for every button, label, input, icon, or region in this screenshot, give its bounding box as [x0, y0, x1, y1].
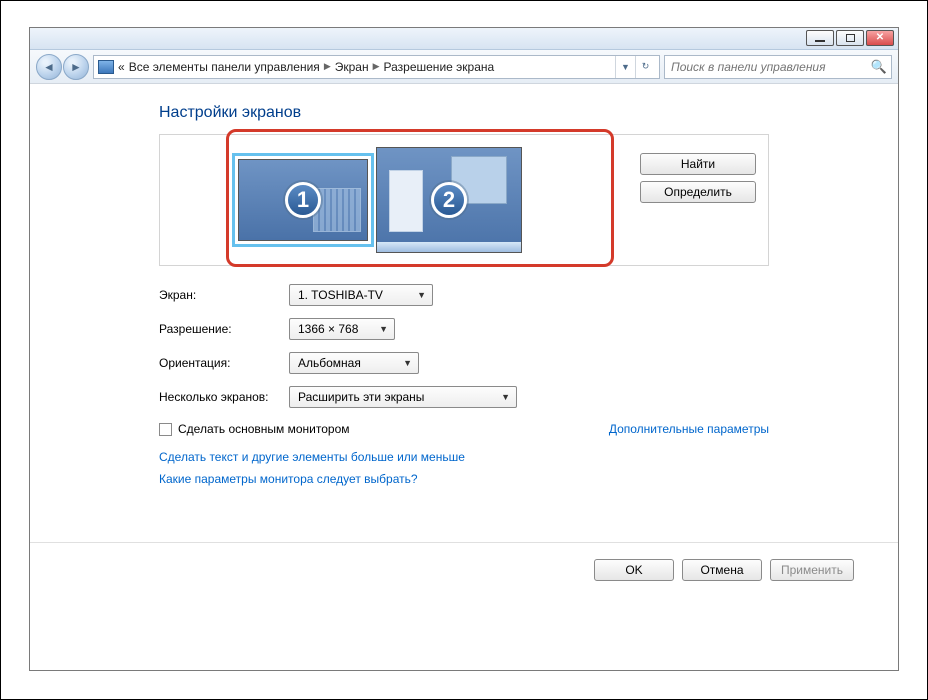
display-select[interactable]: 1. TOSHIBA-TV ▼	[289, 284, 433, 306]
advanced-settings-link[interactable]: Дополнительные параметры	[609, 422, 769, 436]
display-number-badge: 2	[431, 182, 467, 218]
display-thumbnail-1[interactable]: 1	[238, 159, 368, 241]
breadcrumb-item[interactable]: Все элементы панели управления	[129, 60, 320, 74]
ok-button[interactable]: OK	[594, 559, 674, 581]
text-size-link[interactable]: Сделать текст и другие элементы больше и…	[159, 450, 769, 464]
chevron-down-icon: ▼	[417, 290, 426, 300]
displays-panel: 1 2 Найти Определить	[159, 134, 769, 266]
search-input[interactable]	[669, 56, 867, 78]
displays-area[interactable]: 1 2	[160, 135, 600, 265]
chevron-right-icon: ▶	[324, 61, 331, 72]
multiple-displays-label: Несколько экранов:	[159, 390, 289, 404]
settings-form: Экран: 1. TOSHIBA-TV ▼ Разрешение: 1366 …	[159, 284, 769, 408]
chevron-down-icon: ▼	[403, 358, 412, 368]
window: ✕ ◄ ► « Все элементы панели управления ▶…	[29, 27, 899, 671]
display-label: Экран:	[159, 288, 289, 302]
page-title: Настройки экранов	[159, 104, 769, 122]
arrow-left-icon: ◄	[43, 60, 55, 74]
breadcrumb-item[interactable]: Разрешение экрана	[384, 60, 495, 74]
identify-button[interactable]: Определить	[640, 181, 756, 203]
display-select-value: 1. TOSHIBA-TV	[298, 288, 383, 302]
minimize-button[interactable]	[806, 30, 834, 46]
resolution-label: Разрешение:	[159, 322, 289, 336]
refresh-button[interactable]: ↻	[635, 56, 655, 78]
resolution-select[interactable]: 1366 × 768 ▼	[289, 318, 395, 340]
refresh-icon: ↻	[642, 61, 650, 72]
breadcrumb-item[interactable]: Экран	[335, 60, 369, 74]
orientation-select-value: Альбомная	[298, 356, 361, 370]
nav-back-button[interactable]: ◄	[36, 54, 62, 80]
content: Настройки экранов 1 2	[30, 84, 898, 670]
multiple-displays-select[interactable]: Расширить эти экраны ▼	[289, 386, 517, 408]
make-primary-checkbox[interactable]	[159, 423, 172, 436]
chevron-down-icon: ▼	[379, 324, 388, 334]
nav-forward-button[interactable]: ►	[63, 54, 89, 80]
find-button[interactable]: Найти	[640, 153, 756, 175]
cancel-button[interactable]: Отмена	[682, 559, 762, 581]
apply-button[interactable]: Применить	[770, 559, 854, 581]
maximize-button[interactable]	[836, 30, 864, 46]
chevron-down-icon: ▼	[621, 62, 630, 72]
multiple-displays-select-value: Расширить эти экраны	[298, 390, 424, 404]
chevron-down-icon: ▼	[501, 392, 510, 402]
search-icon: 🔍	[871, 59, 887, 75]
navbar: ◄ ► « Все элементы панели управления ▶ Э…	[30, 50, 898, 84]
breadcrumb[interactable]: « Все элементы панели управления ▶ Экран…	[93, 55, 660, 79]
orientation-label: Ориентация:	[159, 356, 289, 370]
chevron-right-icon: ▶	[373, 61, 380, 72]
footer-buttons: OK Отмена Применить	[30, 542, 898, 581]
resolution-select-value: 1366 × 768	[298, 322, 358, 336]
close-button[interactable]: ✕	[866, 30, 894, 46]
search-box[interactable]: 🔍	[664, 55, 892, 79]
control-panel-icon	[98, 60, 114, 74]
help-link[interactable]: Какие параметры монитора следует выбрать…	[159, 472, 769, 486]
make-primary-label: Сделать основным монитором	[178, 422, 350, 436]
titlebar: ✕	[30, 28, 898, 50]
arrow-right-icon: ►	[70, 60, 82, 74]
orientation-select[interactable]: Альбомная ▼	[289, 352, 419, 374]
breadcrumb-dropdown-button[interactable]: ▼	[615, 56, 635, 78]
display-number-badge: 1	[285, 182, 321, 218]
display-thumbnail-2[interactable]: 2	[376, 147, 522, 253]
breadcrumb-leading: «	[118, 60, 125, 74]
